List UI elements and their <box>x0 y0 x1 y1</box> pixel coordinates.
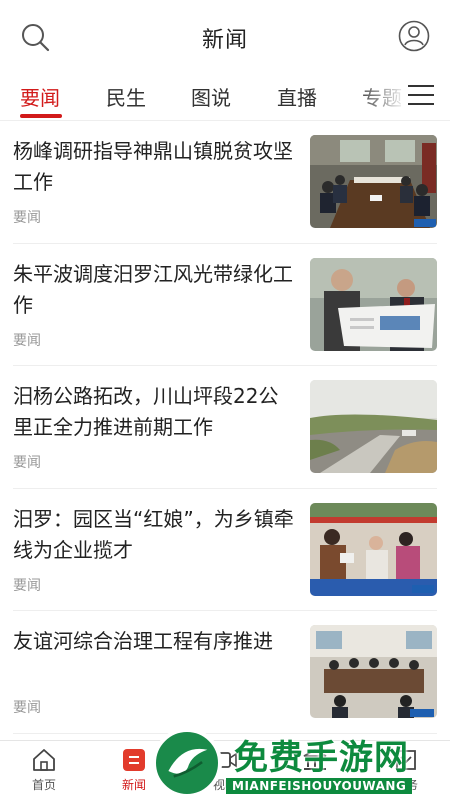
article-item[interactable]: 汨罗：园区当“红娘”，为乡镇牵线为企业揽才 要闻 <box>0 489 450 611</box>
article-title: 汨罗：园区当“红娘”，为乡镇牵线为企业揽才 <box>13 506 294 562</box>
page-title: 新闻 <box>201 28 248 53</box>
user-icon[interactable] <box>398 20 430 52</box>
tab-zhibo[interactable]: 直播 <box>277 82 317 111</box>
tab-minsheng[interactable]: 民生 <box>106 82 146 111</box>
news-icon <box>123 749 145 771</box>
article-item[interactable]: 友谊河综合治理工程有序推进 要闻 <box>0 611 450 734</box>
article-title: 杨峰调研指导神鼎山镇脱贫攻坚工作 <box>13 139 293 194</box>
article-source: 要闻 <box>13 332 41 349</box>
nav-home[interactable]: 首页 <box>14 747 74 793</box>
tab-fade <box>355 70 450 120</box>
job-fair-photo <box>310 502 437 596</box>
article-source: 要闻 <box>13 210 41 226</box>
officials-reviewing-plan-photo <box>310 257 437 351</box>
article-item[interactable]: 杨峰调研指导神鼎山镇脱贫攻坚工作 要闻 <box>0 121 450 244</box>
nav-news-label: 新闻 <box>121 778 146 792</box>
nav-home-label: 首页 <box>31 778 56 792</box>
article-source: 要闻 <box>13 455 41 471</box>
meeting-room-photo <box>310 135 437 228</box>
watermark: 免费手游网 MIANFEISHOUYOUWANG <box>152 728 450 800</box>
tab-yaowen[interactable]: 要闻 <box>20 82 60 111</box>
article-title: 汨杨公路拓改，川山坪段22公里正全力推进前期工作 <box>13 384 279 439</box>
article-title: 朱平波调度汨罗江风光带绿化工作 <box>13 261 293 317</box>
home-icon <box>33 749 55 771</box>
watermark-logo <box>152 728 222 798</box>
road-construction-photo <box>310 380 437 473</box>
watermark-text: 免费手游网 <box>234 738 409 778</box>
tab-tushuo[interactable]: 图说 <box>191 82 231 111</box>
article-title: 友谊河综合治理工程有序推进 <box>13 629 273 653</box>
article-item[interactable]: 朱平波调度汨罗江风光带绿化工作 要闻 <box>0 244 450 366</box>
article-source: 要闻 <box>13 577 41 594</box>
article-item[interactable]: 汨杨公路拓改，川山坪段22公里正全力推进前期工作 要闻 <box>0 366 450 489</box>
top-bar: 新闻 <box>0 0 450 70</box>
menu-icon[interactable] <box>408 85 434 105</box>
active-tab-indicator <box>20 114 62 118</box>
category-tabs: 要闻 民生 图说 直播 专题 <box>0 70 450 120</box>
conference-photo <box>310 625 437 718</box>
watermark-subtext: MIANFEISHOUYOUWANG <box>226 778 413 794</box>
article-source: 要闻 <box>13 700 41 716</box>
article-list: 杨峰调研指导神鼎山镇脱贫攻坚工作 要闻 朱平波调度汨罗江风光带绿化工作 要闻 汨… <box>0 121 450 734</box>
